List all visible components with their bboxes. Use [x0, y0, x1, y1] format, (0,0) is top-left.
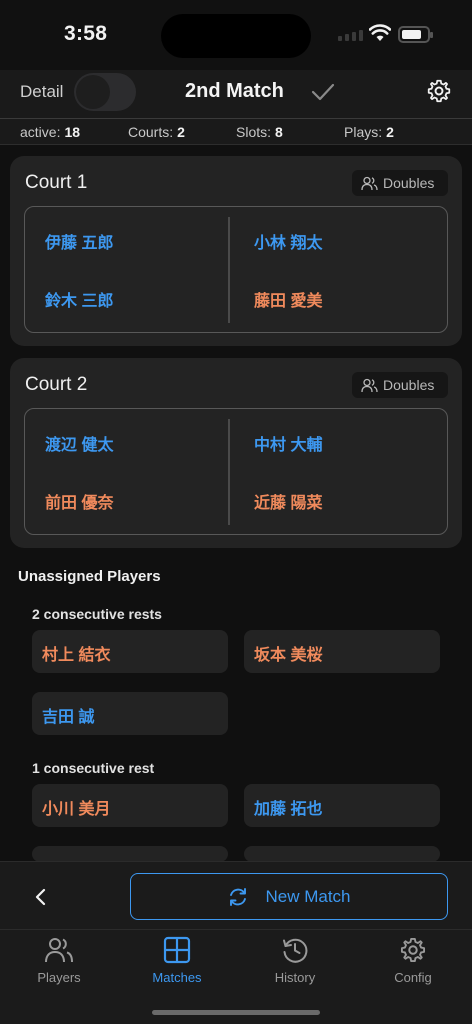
- player-name[interactable]: 藤田 愛美: [254, 287, 322, 311]
- tab-label: Matches: [152, 970, 202, 985]
- player-card-partial[interactable]: [32, 846, 228, 862]
- tab-label: Config: [394, 970, 432, 985]
- stat-plays: Plays: 2: [344, 124, 394, 140]
- home-indicator[interactable]: [152, 1010, 320, 1015]
- court-title: Court 1: [25, 172, 88, 193]
- detail-label: Detail: [20, 82, 64, 101]
- gear-icon: [400, 937, 426, 963]
- court-card: Court 1 Doubles 伊藤 五郎 鈴木 三郎 小林 翔太 藤田 愛美: [10, 156, 462, 346]
- player-card[interactable]: 村上 結衣: [32, 630, 228, 673]
- tab-label: History: [274, 970, 316, 985]
- cellular-signal-icon: [338, 30, 363, 41]
- rest-group-label: 2 consecutive rests: [32, 606, 162, 622]
- court-card: Court 2 Doubles 渡辺 健太 前田 優奈 中村 大輔 近藤 陽菜: [10, 358, 462, 548]
- tab-history[interactable]: History: [245, 936, 345, 985]
- player-name[interactable]: 伊藤 五郎: [45, 229, 113, 253]
- court-title: Court 2: [25, 374, 88, 395]
- player-name[interactable]: 渡辺 健太: [45, 431, 113, 455]
- court-pairing: 渡辺 健太 前田 優奈 中村 大輔 近藤 陽菜: [24, 408, 448, 535]
- badge-label: Doubles: [383, 377, 435, 393]
- court-pairing: 伊藤 五郎 鈴木 三郎 小林 翔太 藤田 愛美: [24, 206, 448, 333]
- unassigned-title: Unassigned Players: [18, 568, 161, 585]
- grid-icon: [163, 936, 191, 964]
- users-icon: [361, 176, 378, 190]
- detail-toggle[interactable]: [74, 73, 136, 111]
- player-card[interactable]: 小川 美月: [32, 784, 228, 827]
- stat-slots: Slots: 8: [236, 124, 283, 140]
- player-card[interactable]: 加藤 拓也: [244, 784, 440, 827]
- tab-config[interactable]: Config: [363, 936, 463, 985]
- tab-players[interactable]: Players: [9, 936, 109, 985]
- refresh-icon: [230, 887, 247, 906]
- toggle-knob: [76, 75, 110, 109]
- badge-label: Doubles: [383, 175, 435, 191]
- player-card[interactable]: 坂本 美桜: [244, 630, 440, 673]
- users-icon: [361, 378, 378, 392]
- player-card-partial[interactable]: [244, 846, 440, 862]
- team-divider: [228, 217, 230, 323]
- player-name[interactable]: 小林 翔太: [254, 229, 322, 253]
- stat-courts: Courts: 2: [128, 124, 185, 140]
- tab-bar: Players Matches History Config: [0, 929, 472, 1024]
- action-bar: New Match: [0, 861, 472, 929]
- player-card[interactable]: 吉田 誠: [32, 692, 228, 735]
- battery-icon: [398, 26, 433, 43]
- status-time: 3:58: [64, 22, 108, 45]
- player-name[interactable]: 中村 大輔: [254, 431, 322, 455]
- stat-active: active: 18: [20, 124, 81, 140]
- status-bar: 3:58: [0, 0, 472, 70]
- tab-label: Players: [37, 970, 81, 985]
- new-match-button[interactable]: New Match: [130, 873, 448, 920]
- settings-gear-icon[interactable]: [426, 78, 452, 104]
- team-divider: [228, 419, 230, 525]
- player-name[interactable]: 近藤 陽菜: [254, 489, 322, 513]
- chevron-left-icon[interactable]: [30, 886, 52, 908]
- doubles-badge[interactable]: Doubles: [352, 372, 448, 398]
- stats-bar: active: 18 Courts: 2 Slots: 8 Plays: 2: [0, 118, 472, 145]
- tab-matches[interactable]: Matches: [127, 936, 227, 985]
- dynamic-island: [161, 14, 311, 58]
- app-header: Detail 2nd Match: [0, 70, 472, 118]
- page-title: 2nd Match: [185, 80, 284, 102]
- history-icon: [283, 938, 308, 963]
- wifi-icon: [369, 24, 391, 41]
- doubles-badge[interactable]: Doubles: [352, 170, 448, 196]
- new-match-label: New Match: [265, 886, 351, 906]
- rest-group-label: 1 consecutive rest: [32, 760, 155, 776]
- users-icon: [45, 938, 73, 963]
- player-name[interactable]: 鈴木 三郎: [45, 287, 113, 311]
- player-name[interactable]: 前田 優奈: [45, 489, 113, 513]
- checkmark-icon[interactable]: [310, 80, 336, 104]
